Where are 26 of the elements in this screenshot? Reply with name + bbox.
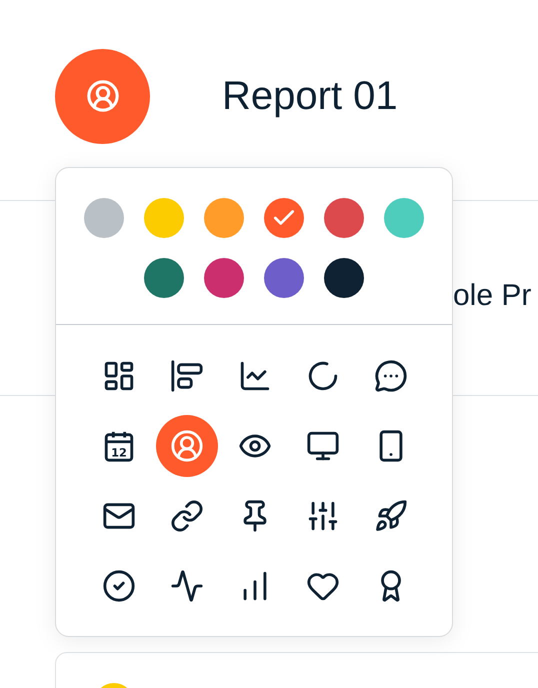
user-icon: [170, 429, 204, 463]
report-title: Report 01: [222, 73, 398, 120]
color-swatch[interactable]: [264, 258, 304, 298]
message-icon: [374, 359, 408, 393]
color-swatch[interactable]: [144, 258, 184, 298]
icon-option[interactable]: 12: [88, 415, 150, 477]
color-swatch[interactable]: [84, 198, 124, 238]
check-circle-icon: [102, 569, 136, 603]
color-swatch[interactable]: [204, 198, 244, 238]
link-icon: [170, 499, 204, 533]
sliders-icon: [306, 499, 340, 533]
dashboard-icon: [102, 359, 136, 393]
color-swatch[interactable]: [204, 258, 244, 298]
monitor-icon: [306, 429, 340, 463]
bar-icon: [170, 359, 204, 393]
user-icon: [86, 79, 120, 113]
color-swatch[interactable]: [264, 198, 304, 238]
color-swatch[interactable]: [324, 198, 364, 238]
card-title: ole Pr: [453, 279, 532, 312]
color-swatch[interactable]: [384, 198, 424, 238]
color-swatch[interactable]: [144, 198, 184, 238]
ring-icon: [306, 359, 340, 393]
activity-icon: [170, 569, 204, 603]
color-swatch[interactable]: [324, 258, 364, 298]
line-chart-icon: [238, 359, 272, 393]
rocket-icon: [374, 499, 408, 533]
